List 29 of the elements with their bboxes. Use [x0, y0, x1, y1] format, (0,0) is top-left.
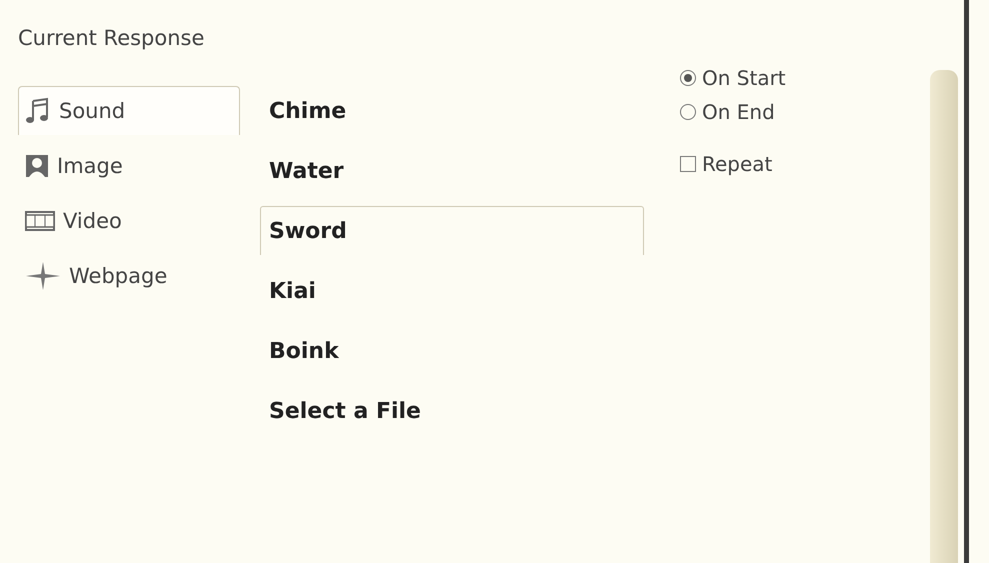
sound-item[interactable]: Chime: [260, 86, 644, 135]
radio-button[interactable]: [680, 70, 696, 86]
media-type-label: Sound: [59, 99, 126, 123]
repeat-checkbox[interactable]: [680, 156, 696, 172]
repeat-option[interactable]: Repeat: [680, 150, 786, 178]
media-type-label: Image: [57, 154, 123, 178]
media-type-tab[interactable]: Video: [18, 196, 240, 245]
radio-label: On Start: [702, 66, 786, 90]
scrollbar[interactable]: [930, 70, 958, 563]
film-strip-icon: [25, 211, 55, 231]
radio-label: On End: [702, 100, 775, 124]
radio-option[interactable]: On End: [680, 98, 786, 126]
compass-star-icon: [25, 261, 61, 291]
media-type-tab[interactable]: Webpage: [18, 251, 240, 300]
sound-item[interactable]: Kiai: [260, 266, 644, 315]
media-type-tab[interactable]: Sound: [18, 86, 240, 135]
sound-item[interactable]: Select a File: [260, 386, 644, 435]
radio-button[interactable]: [680, 104, 696, 120]
media-type-label: Webpage: [69, 264, 168, 288]
sound-item[interactable]: Water: [260, 146, 644, 195]
panel-title: Current Response: [18, 26, 206, 52]
media-type-label: Video: [63, 209, 122, 233]
music-note-icon: [25, 97, 51, 125]
radio-option[interactable]: On Start: [680, 64, 786, 92]
sound-item[interactable]: Boink: [260, 326, 644, 375]
media-type-tab[interactable]: Image: [18, 141, 240, 190]
portrait-icon: [25, 154, 49, 178]
sound-item[interactable]: Sword: [260, 206, 644, 255]
checkbox-label: Repeat: [702, 152, 772, 176]
